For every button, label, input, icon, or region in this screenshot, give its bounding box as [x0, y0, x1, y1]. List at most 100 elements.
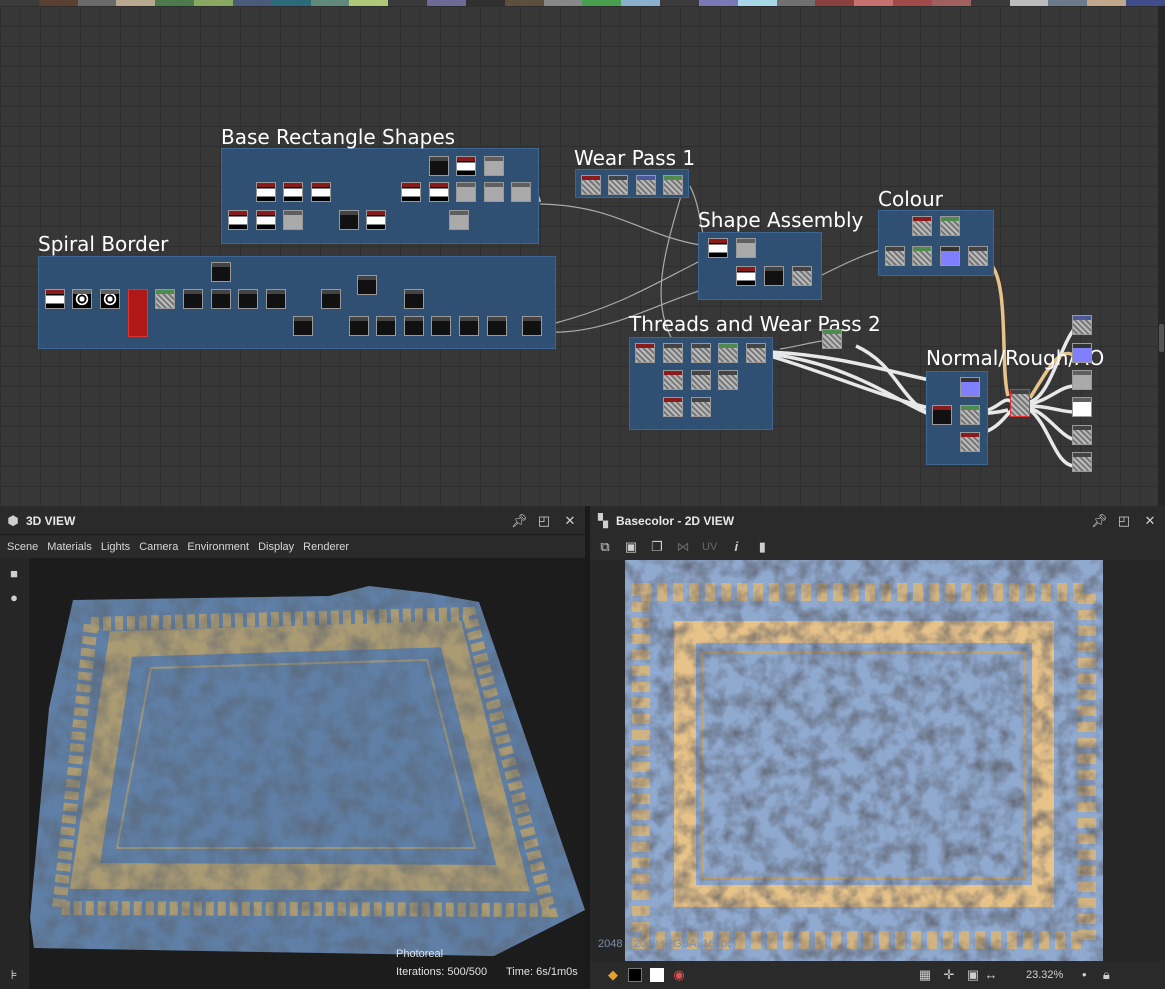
graph-node[interactable]	[456, 156, 476, 176]
menu-lights[interactable]: Lights	[101, 541, 130, 553]
menu-camera[interactable]: Camera	[139, 541, 178, 553]
graph-node[interactable]	[72, 289, 92, 309]
graph-node[interactable]	[459, 316, 479, 336]
graph-node[interactable]	[885, 246, 905, 266]
graph-node[interactable]	[183, 289, 203, 309]
menu-display[interactable]: Display	[258, 541, 294, 553]
black-swatch-icon[interactable]	[628, 968, 642, 982]
graph-node[interactable]	[339, 210, 359, 230]
graph-node[interactable]	[357, 275, 377, 295]
settings-icon[interactable]: •	[1077, 967, 1091, 983]
menu-materials[interactable]: Materials	[47, 541, 92, 553]
graph-node[interactable]	[940, 246, 960, 266]
output-node[interactable]	[1010, 389, 1030, 417]
copy-view-icon[interactable]: ⧉	[598, 539, 612, 555]
share-icon[interactable]: ⋈	[676, 539, 690, 555]
graph-node[interactable]	[349, 316, 369, 336]
layers-icon[interactable]: ◆	[606, 967, 620, 983]
menu-scene[interactable]: Scene	[7, 541, 38, 553]
graph-node[interactable]	[718, 370, 738, 390]
graph-node[interactable]	[736, 238, 756, 258]
save-icon[interactable]: ▣	[624, 539, 638, 555]
graph-node[interactable]	[940, 216, 960, 236]
maximize-icon[interactable]: ◰	[537, 513, 551, 529]
graph-node[interactable]	[912, 216, 932, 236]
graph-node[interactable]	[311, 182, 331, 202]
graph-node[interactable]	[228, 210, 248, 230]
menu-environment[interactable]: Environment	[187, 541, 249, 553]
graph-node[interactable]	[155, 289, 175, 309]
graph-node[interactable]	[484, 156, 504, 176]
graph-node[interactable]	[960, 405, 980, 425]
viewport-2d[interactable]: 2048 x 2048 (RGBA, 16bpc)	[590, 560, 1165, 961]
frame-colour[interactable]	[878, 210, 994, 276]
pin-icon[interactable]: 📌︎	[1091, 513, 1108, 529]
light-icon[interactable]: ●	[7, 590, 21, 606]
graph-node[interactable]	[708, 238, 728, 258]
graph-node[interactable]	[456, 182, 476, 202]
node-graph-canvas[interactable]: Base Rectangle Shapes Wear Pass 1 Shape …	[0, 6, 1158, 506]
graph-node[interactable]	[764, 266, 784, 286]
graph-node[interactable]	[691, 370, 711, 390]
graph-node[interactable]	[404, 289, 424, 309]
graph-node[interactable]	[404, 316, 424, 336]
graph-node[interactable]	[663, 175, 683, 195]
graph-output-ao[interactable]	[1072, 425, 1092, 445]
zoom-slider-icon[interactable]: ↔	[984, 967, 998, 983]
fit-icon[interactable]: ▣	[966, 967, 980, 983]
lock-icon[interactable]: 🔒︎	[1099, 967, 1113, 983]
close-icon[interactable]: ✕	[1143, 513, 1157, 529]
graph-node[interactable]	[960, 377, 980, 397]
info-icon[interactable]: i	[729, 539, 743, 555]
graph-node[interactable]	[429, 156, 449, 176]
graph-node[interactable]	[283, 182, 303, 202]
maximize-icon[interactable]: ◰	[1117, 513, 1131, 529]
graph-node[interactable]	[746, 343, 766, 363]
close-icon[interactable]: ✕	[563, 513, 577, 529]
graph-node[interactable]	[431, 316, 451, 336]
graph-scrollbar[interactable]	[1158, 6, 1165, 506]
graph-node[interactable]	[663, 343, 683, 363]
pivot-icon[interactable]: ✛	[942, 967, 956, 983]
graph-node[interactable]	[691, 343, 711, 363]
graph-node[interactable]	[663, 397, 683, 417]
graph-node[interactable]	[511, 182, 531, 202]
graph-node[interactable]	[376, 316, 396, 336]
graph-node[interactable]	[100, 289, 120, 309]
graph-output-metallic[interactable]	[1072, 397, 1092, 417]
graph-node[interactable]	[449, 210, 469, 230]
pin-icon[interactable]: 📌︎	[511, 513, 528, 529]
graph-node[interactable]	[429, 182, 449, 202]
graph-node[interactable]	[636, 175, 656, 195]
graph-node[interactable]	[968, 246, 988, 266]
graph-node[interactable]	[256, 210, 276, 230]
channels-icon[interactable]: ◉	[672, 967, 686, 983]
graph-node[interactable]	[635, 343, 655, 363]
white-swatch-icon[interactable]	[650, 968, 664, 982]
graph-node[interactable]	[663, 370, 683, 390]
graph-node[interactable]	[484, 182, 504, 202]
graph-node[interactable]	[266, 289, 286, 309]
hierarchy-icon[interactable]: ⊧	[7, 967, 21, 983]
graph-output-basecolor[interactable]	[1072, 315, 1092, 335]
graph-node[interactable]	[487, 316, 507, 336]
graph-node[interactable]	[366, 210, 386, 230]
graph-node[interactable]	[45, 289, 65, 309]
graph-node[interactable]	[293, 316, 313, 336]
graph-node[interactable]	[960, 432, 980, 452]
grid-icon[interactable]: ▦	[918, 967, 932, 983]
camera-icon[interactable]: ■	[7, 566, 21, 582]
graph-node[interactable]	[128, 289, 148, 337]
graph-node[interactable]	[912, 246, 932, 266]
menu-renderer[interactable]: Renderer	[303, 541, 349, 553]
graph-node[interactable]	[822, 329, 842, 349]
graph-node[interactable]	[792, 266, 812, 286]
graph-node[interactable]	[321, 289, 341, 309]
graph-node[interactable]	[211, 262, 231, 282]
histogram-icon[interactable]: ▮	[755, 539, 769, 555]
graph-node[interactable]	[736, 266, 756, 286]
graph-output-roughness[interactable]	[1072, 370, 1092, 390]
viewport-3d[interactable]: Photoreal Iterations: 500/500 Time: 6s/1…	[29, 558, 585, 989]
graph-node[interactable]	[581, 175, 601, 195]
paste-icon[interactable]: ❐	[650, 539, 664, 555]
